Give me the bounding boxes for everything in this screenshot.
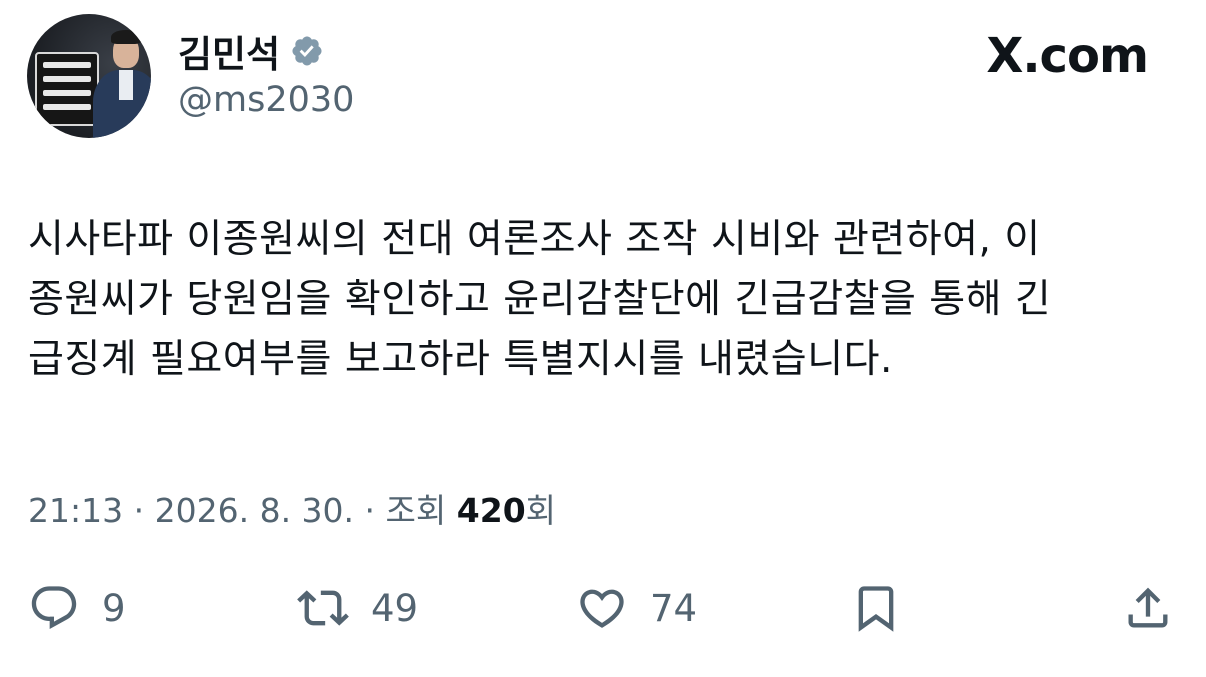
brand-watermark: X.com — [986, 28, 1149, 84]
views-label: 조회 — [385, 491, 447, 530]
like-button[interactable]: 74 — [576, 578, 697, 638]
reply-count: 9 — [102, 586, 126, 630]
views-count: 420 — [456, 491, 526, 530]
author-avatar[interactable] — [27, 14, 151, 138]
share-icon — [1128, 587, 1168, 628]
verified-badge-icon — [292, 36, 322, 66]
avatar-sign — [35, 52, 99, 126]
bookmark-button[interactable] — [850, 578, 902, 638]
tweet-date[interactable]: 2026. 8. 30. — [155, 491, 354, 530]
like-count: 74 — [650, 586, 698, 630]
author-display-name[interactable]: 김민석 — [178, 24, 280, 78]
meta-separator: · — [133, 491, 145, 530]
tweet-line: 급징계 필요여부를 보고하라 특별지시를 내렸습니다. — [28, 337, 893, 382]
views-suffix: 회 — [525, 491, 557, 530]
tweet-text: 시사타파 이종원씨의 전대 여론조사 조작 시비와 관련하여, 이 종원씨가 당… — [28, 210, 1188, 390]
heart-icon — [580, 589, 624, 628]
author-handle[interactable]: @ms2030 — [178, 80, 354, 120]
retweet-button[interactable]: 49 — [297, 578, 418, 638]
share-button[interactable] — [1122, 578, 1174, 638]
reply-button[interactable]: 9 — [28, 578, 126, 638]
meta-separator: · — [364, 491, 376, 530]
tweet-line: 종원씨가 당원임을 확인하고 윤리감찰단에 긴급감찰을 통해 긴 — [28, 277, 1052, 322]
reply-icon — [31, 586, 77, 630]
retweet-count: 49 — [371, 586, 419, 630]
tweet-line: 시사타파 이종원씨의 전대 여론조사 조작 시비와 관련하여, 이 — [28, 217, 1041, 262]
retweet-icon — [297, 590, 349, 626]
bookmark-icon — [858, 586, 894, 632]
tweet-time[interactable]: 21:13 — [28, 491, 123, 530]
avatar-person-shirt — [119, 70, 133, 100]
author-name-row: 김민석 — [178, 24, 324, 78]
tweet-actions: 9 49 74 — [0, 578, 1206, 638]
avatar-person-hair — [111, 30, 141, 44]
tweet-meta: 21:13 · 2026. 8. 30. · 조회 420회 — [28, 484, 556, 532]
